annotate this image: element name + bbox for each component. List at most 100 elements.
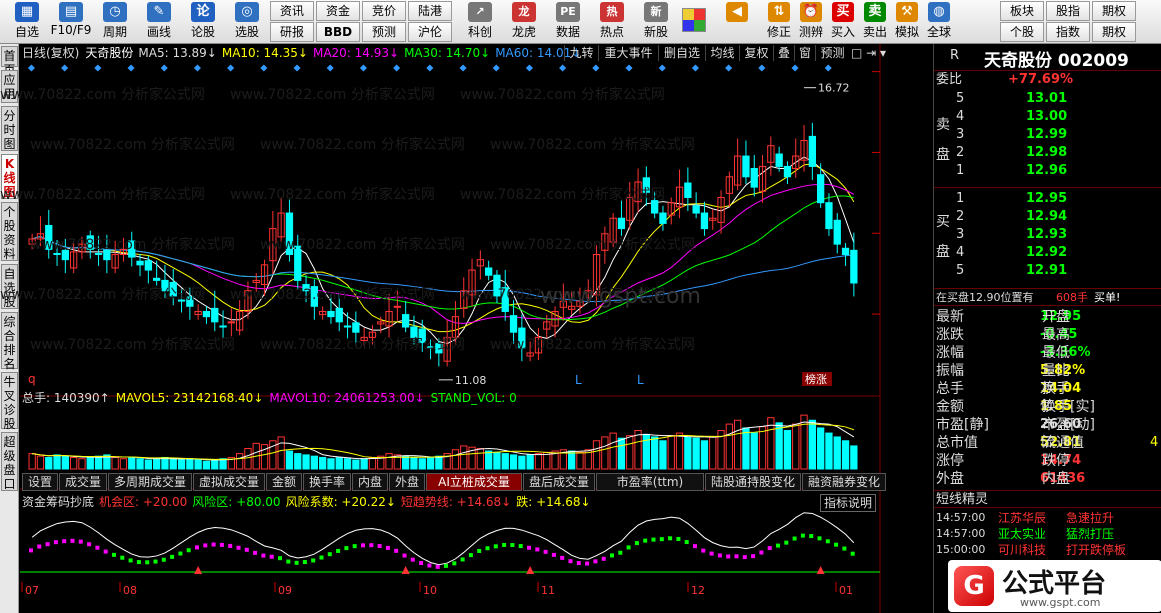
indicator-tab[interactable]: 内盘 <box>352 473 388 491</box>
toolbar-label: 买入 <box>830 25 855 39</box>
toolbar-small-button[interactable]: 资金 <box>316 1 360 21</box>
indicator-tab[interactable]: 陆股通持股变化 <box>705 473 801 491</box>
left-tab-4[interactable]: 个股资料 <box>1 202 18 261</box>
quote-row: 外盘 61436 内盘 <box>934 470 1161 488</box>
left-tab-8[interactable]: 超级盘口 <box>1 432 18 491</box>
chart-button[interactable]: 删自选 <box>658 45 705 61</box>
indicator-dot <box>510 543 515 548</box>
toolbar-small-button[interactable]: 股指 <box>1046 1 1090 21</box>
toolbar-dragon-button[interactable]: 龙龙虎 <box>502 2 546 42</box>
toolbar-small-button[interactable]: BBD <box>316 22 360 42</box>
alarm-icon: ⏰ <box>800 2 822 22</box>
toolbar-pencil-button[interactable]: ✎ 画线 <box>136 2 182 42</box>
toolbar-grid-button[interactable]: ▦ 自选 <box>4 2 50 42</box>
chart-button[interactable]: 叠 <box>773 45 794 61</box>
buy-level-row[interactable]: 3 12.93 <box>934 226 1161 244</box>
event-marker <box>559 64 567 72</box>
buy-level-row[interactable]: 2 12.94 <box>934 208 1161 226</box>
chart-button[interactable]: 九转 <box>564 45 598 61</box>
chart-button[interactable]: 复权 <box>739 45 773 61</box>
short-signal-row[interactable]: 14:57:00 江苏华辰 急速拉升 <box>934 510 1161 526</box>
toolbar-globe-button[interactable]: ◍ 全球 <box>922 2 956 42</box>
chart-button[interactable]: 窗 <box>794 45 815 61</box>
chart-button[interactable]: 重大事件 <box>598 45 658 61</box>
indicator-tab[interactable]: 市盈率(ttm) <box>596 473 704 491</box>
toolbar-new-button[interactable]: 新新股 <box>634 2 678 42</box>
toolbar-arrow-left-button[interactable]: ◀ <box>720 2 754 42</box>
indicator-tab[interactable]: 金额 <box>266 473 302 491</box>
toolbar-small-button[interactable]: 资讯 <box>270 1 314 21</box>
quote-extra: 4 <box>1150 435 1159 450</box>
left-tab-0[interactable]: 首页 <box>1 46 18 77</box>
toolbar-pe-button[interactable]: PE 数据 <box>546 2 590 42</box>
toolbar-small-button[interactable]: 沪伦 <box>408 22 452 42</box>
indicator-help-button[interactable]: 指标说明 <box>820 494 877 512</box>
buy-level-row[interactable]: 1 12.95 <box>934 190 1161 208</box>
indicator-dot <box>659 537 664 542</box>
toolbar-lun-button[interactable]: 论论股 <box>180 2 226 42</box>
total-value: 总手: 140390↑ <box>22 391 110 405</box>
toolbar-small-button[interactable]: 陆港 <box>408 1 452 21</box>
short-signal-row[interactable]: 15:00:00 可川科技 打开跌停板 <box>934 542 1161 558</box>
sell-icon: 卖 <box>864 2 886 22</box>
sell-level-row[interactable]: 3 12.99 <box>934 126 1161 144</box>
toolbar-arrow-updown-button[interactable]: ⇅ 修正 <box>762 2 796 42</box>
buy-level-row[interactable]: 4 12.92 <box>934 244 1161 262</box>
toolbar-small-button[interactable]: 竞价 <box>362 1 406 21</box>
buy-level-row[interactable]: 5 12.91 <box>934 262 1161 280</box>
toolbar-small-button[interactable]: 板块 <box>1000 1 1044 21</box>
chart-svg: 16.7211.08qLL榜涨12.3513.9115.4717.0342217… <box>20 44 925 613</box>
toolbar-buy-button[interactable]: 买买入 <box>826 2 860 42</box>
indicator-tab[interactable]: 外盘 <box>389 473 425 491</box>
toolbar-small-button[interactable]: 个股 <box>1000 22 1044 42</box>
toolbar-chart-up-button[interactable]: ↗ 科创 <box>458 2 502 42</box>
toolbar-small-button[interactable]: 期权 <box>1092 1 1136 21</box>
hot-icon: 热 <box>600 2 624 22</box>
notice-volume: 608手 <box>1056 291 1088 304</box>
toolbar-f10-button[interactable]: ▤ F10/F9 <box>48 2 94 42</box>
toolbar-alarm-button[interactable]: ⏰ 测辨 <box>794 2 828 42</box>
toolbar-small-button[interactable]: 预测 <box>362 22 406 42</box>
indicator-tab[interactable]: 多周期成交量 <box>108 473 192 491</box>
indicator-dot <box>352 544 357 549</box>
quote-row: 振幅 5.82% 量比 <box>934 362 1161 380</box>
indicator-dot <box>361 543 365 548</box>
kline-chart-area[interactable]: 16.7211.08qLL榜涨12.3513.9115.4717.0342217… <box>0 44 925 613</box>
toolbar-hammer-button[interactable]: ⚒ 模拟 <box>890 2 924 42</box>
indicator-tab[interactable]: 融资融券变化 <box>802 473 886 491</box>
event-marker <box>492 64 500 72</box>
toolbar-sell-button[interactable]: 卖卖出 <box>858 2 892 42</box>
left-tab-2[interactable]: 分时图 <box>1 106 18 151</box>
toolbar-small-button[interactable]: 期权 <box>1092 22 1136 42</box>
chart-button[interactable]: 预测 <box>815 45 849 61</box>
toolbar-small-button[interactable]: 研报 <box>270 22 314 42</box>
indicator-dot <box>269 554 274 559</box>
sell-level-row[interactable]: 2 12.98 <box>934 144 1161 162</box>
ma20-value: MA20: 14.93↓ <box>312 46 400 60</box>
color-grid-icon[interactable] <box>682 8 706 32</box>
indicator-tab[interactable]: 虚拟成交量 <box>193 473 265 491</box>
indicator-dot <box>651 537 656 542</box>
volume-bar <box>775 422 783 470</box>
toolbar-hot-button[interactable]: 热热点 <box>590 2 634 42</box>
indicator-line <box>31 512 855 566</box>
toolbar-small-button[interactable]: 指数 <box>1046 22 1090 42</box>
indicator-tab[interactable]: 换手率 <box>303 473 351 491</box>
indicator-tab[interactable]: AI立桩成交量 <box>426 473 522 491</box>
toolbar-target-button[interactable]: ◎ 选股 <box>224 2 270 42</box>
sell-level-row[interactable]: 5 13.01 <box>934 90 1161 108</box>
short-signal-row[interactable]: 14:57:00 亚太实业 猛烈打压 <box>934 526 1161 542</box>
left-tab-6[interactable]: 综合排名 <box>1 312 18 371</box>
toolbar-clock-button[interactable]: ◷ 周期 <box>92 2 138 42</box>
left-tab-7[interactable]: 牛叉诊股 <box>1 372 18 431</box>
chart-window-controls[interactable]: □ ⇥ ▾ <box>851 45 886 61</box>
indicator-tab[interactable]: 设置 <box>22 473 58 491</box>
toolbar-label: 选股 <box>234 25 259 39</box>
chart-button[interactable]: 均线 <box>705 45 739 61</box>
notice-action: 买单! <box>1094 291 1121 304</box>
indicator-tab[interactable]: 盘后成交量 <box>523 473 595 491</box>
sell-level-row[interactable]: 1 12.96 <box>934 162 1161 180</box>
sell-level-row[interactable]: 4 13.00 <box>934 108 1161 126</box>
candle-body <box>808 135 817 167</box>
indicator-tab[interactable]: 成交量 <box>59 473 107 491</box>
